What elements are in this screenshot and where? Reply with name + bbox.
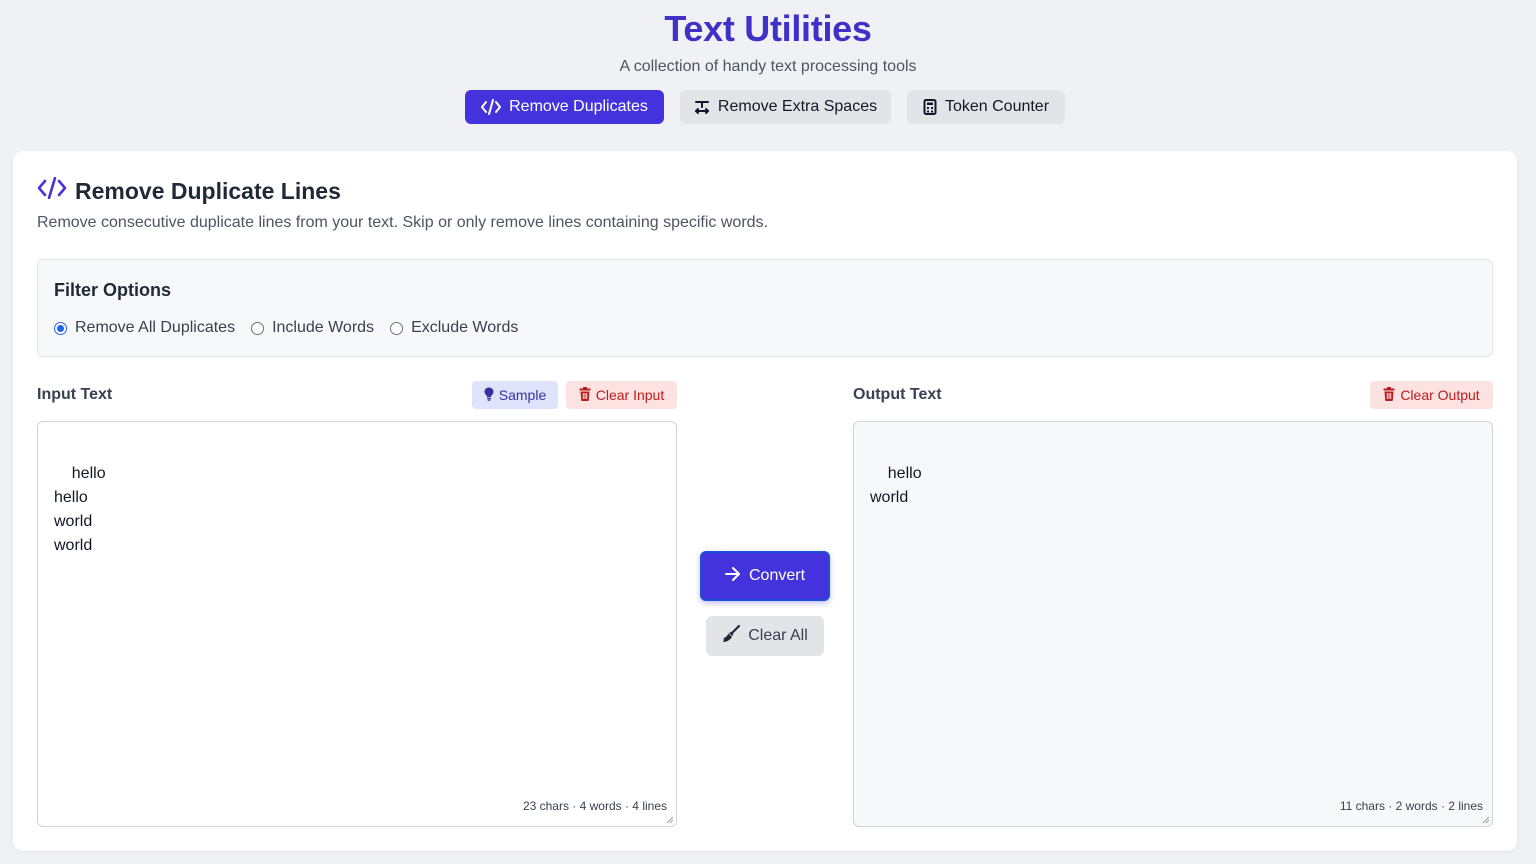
tool-description: Remove consecutive duplicate lines from … xyxy=(37,214,768,231)
code-icon xyxy=(481,99,502,115)
resize-handle-icon[interactable] xyxy=(1482,816,1490,824)
input-label: Input Text xyxy=(37,386,113,403)
input-stats: 23 chars · 4 words · 4 lines xyxy=(522,799,667,813)
radio-button[interactable] xyxy=(390,321,404,335)
arrow-right-icon xyxy=(724,566,741,586)
tool-card: Remove Duplicate Lines Remove consecutiv… xyxy=(13,151,1517,851)
trash-icon xyxy=(1383,386,1395,404)
tool-tabs: Remove Duplicates Remove Extra Spaces To… xyxy=(0,90,1536,124)
output-label: Output Text xyxy=(853,386,942,403)
radio-button[interactable] xyxy=(251,321,265,335)
filter-radio-group: Remove All Duplicates Include Words Excl… xyxy=(54,319,518,337)
clear-all-button[interactable]: Clear All xyxy=(706,616,824,656)
input-textarea[interactable]: hello hello world world 23 chars · 4 wor… xyxy=(37,421,677,827)
app-subtitle: A collection of handy text processing to… xyxy=(619,58,917,75)
output-stats: 11 chars · 2 words · 2 lines xyxy=(1339,799,1483,813)
radio-include-words[interactable]: Include Words xyxy=(251,319,374,337)
tab-token-counter[interactable]: Token Counter xyxy=(907,90,1065,124)
radio-remove-all-duplicates[interactable]: Remove All Duplicates xyxy=(54,319,235,337)
sample-button[interactable]: Sample xyxy=(472,381,558,409)
radio-label: Exclude Words xyxy=(411,319,519,336)
clear-output-label: Clear Output xyxy=(1400,387,1480,403)
tool-title: Remove Duplicate Lines xyxy=(75,177,341,204)
convert-button[interactable]: Convert xyxy=(700,551,830,601)
tab-label: Token Counter xyxy=(944,98,1050,115)
tab-remove-extra-spaces[interactable]: Remove Extra Spaces xyxy=(680,90,891,124)
lightbulb-icon xyxy=(484,387,494,404)
radio-exclude-words[interactable]: Exclude Words xyxy=(390,319,518,337)
radio-button[interactable] xyxy=(54,321,67,335)
app-title: Text Utilities xyxy=(664,8,872,49)
input-text: hello hello world world xyxy=(54,465,106,554)
text-spacing-icon xyxy=(694,99,710,115)
clear-input-label: Clear Input xyxy=(595,387,665,403)
tool-title-row: Remove Duplicate Lines xyxy=(37,176,341,205)
radio-label: Include Words xyxy=(272,319,375,336)
convert-label: Convert xyxy=(748,567,806,584)
tab-label: Remove Duplicates xyxy=(509,98,648,115)
output-text: hello world xyxy=(870,465,922,506)
clear-all-label: Clear All xyxy=(748,627,808,644)
trash-icon xyxy=(579,386,591,404)
code-icon xyxy=(37,176,67,205)
radio-label: Remove All Duplicates xyxy=(75,319,236,336)
broom-icon xyxy=(722,624,741,648)
clear-input-button[interactable]: Clear Input xyxy=(566,381,677,409)
output-textarea[interactable]: hello world 11 chars · 2 words · 2 lines xyxy=(853,421,1493,827)
sample-button-label: Sample xyxy=(498,387,547,403)
filter-options: Filter Options Remove All Duplicates Inc… xyxy=(37,259,1493,357)
tab-remove-duplicates[interactable]: Remove Duplicates xyxy=(465,90,664,124)
resize-handle-icon[interactable] xyxy=(666,816,674,824)
clear-output-button[interactable]: Clear Output xyxy=(1370,381,1493,409)
tab-label: Remove Extra Spaces xyxy=(717,98,878,115)
filter-title: Filter Options xyxy=(54,280,171,300)
calculator-icon xyxy=(923,99,937,115)
